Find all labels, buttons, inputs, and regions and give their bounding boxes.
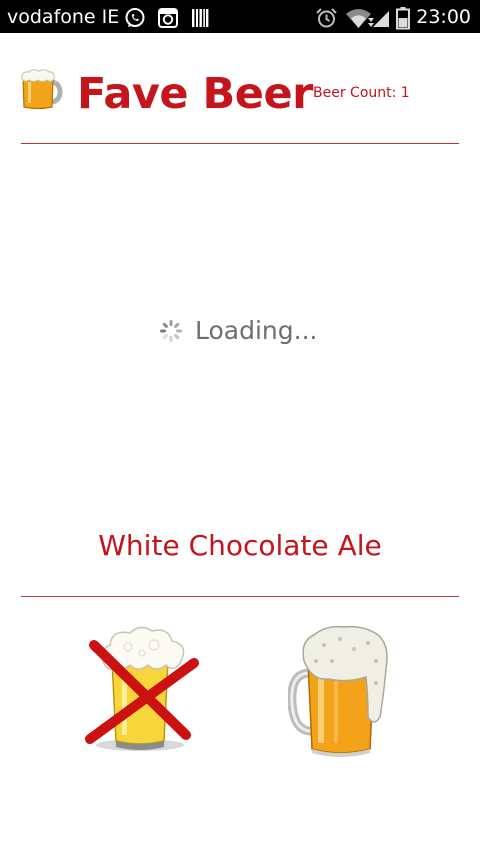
header-divider <box>21 143 459 144</box>
signal-icon <box>373 11 389 27</box>
beer-crossed-out-icon <box>85 626 199 751</box>
status-bar: vodafone IE 23:00 <box>0 0 480 33</box>
spinner-icon <box>160 320 182 342</box>
battery-icon <box>396 7 410 30</box>
beer-name: White Chocolate Ale <box>98 529 382 562</box>
instagram-icon <box>158 8 178 28</box>
beer-mug-icon <box>287 625 388 757</box>
dislike-button[interactable] <box>82 623 202 755</box>
carrier-label: vodafone IE <box>7 6 120 28</box>
like-button[interactable] <box>287 621 392 759</box>
alarm-icon <box>316 8 337 28</box>
beer-count: Beer Count: 1 <box>313 85 410 101</box>
beer-mug-icon <box>21 69 63 110</box>
status-time: 23:00 <box>416 6 471 28</box>
app-title: Fave Beer <box>77 69 313 119</box>
loading-text: Loading... <box>195 316 318 345</box>
barcode-icon <box>192 9 209 27</box>
content-divider <box>21 596 459 597</box>
whatsapp-icon <box>125 8 145 27</box>
